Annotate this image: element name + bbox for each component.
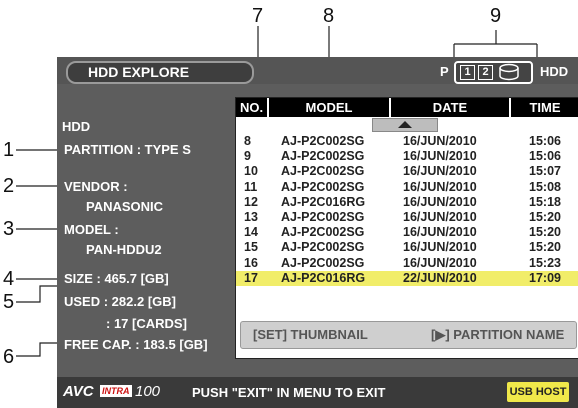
cell-date: 16/JUN/2010	[403, 210, 477, 224]
slot-2-icon: 2	[478, 65, 493, 80]
cell-no: 9	[244, 149, 251, 164]
cell-time: 15:20	[529, 210, 561, 224]
model-label: MODEL :	[64, 222, 119, 237]
hdd-heading: HDD	[62, 119, 91, 134]
table-row-selected[interactable]: 17 AJ-P2C016RG 22/JUN/2010 17:09	[236, 270, 578, 286]
cell-date: 16/JUN/2010	[403, 134, 477, 148]
table-row[interactable]: 9 AJ-P2C002SG 16/JUN/2010 15:06	[236, 149, 578, 164]
cell-model: AJ-P2C002SG	[281, 210, 365, 224]
cell-model: AJ-P2C002SG	[281, 149, 365, 164]
table-row[interactable]: 14 AJ-P2C002SG 16/JUN/2010 15:20	[236, 225, 578, 240]
slot-1-icon: 1	[460, 65, 475, 80]
col-header-model: MODEL	[269, 98, 389, 117]
exit-message: PUSH "EXIT" IN MENU TO EXIT	[192, 385, 386, 400]
cell-time: 15:20	[529, 225, 561, 240]
cell-date: 16/JUN/2010	[403, 255, 477, 270]
screen-title: HDD EXPLORE	[66, 61, 254, 84]
col-header-no: NO.	[236, 98, 267, 117]
cell-model: AJ-P2C016RG	[281, 194, 366, 209]
cell-model: AJ-P2C002SG	[281, 134, 365, 148]
model-value: PAN-HDDU2	[86, 242, 162, 257]
cards-info: : 17 [CARDS]	[106, 316, 187, 331]
cell-no: 11	[244, 179, 258, 194]
cell-time: 15:08	[529, 179, 561, 194]
table-row[interactable]: 11 AJ-P2C002SG 16/JUN/2010 15:08	[236, 180, 578, 195]
cell-date: 16/JUN/2010	[403, 164, 477, 179]
cell-no: 16	[244, 255, 258, 270]
thumbnail-button[interactable]: [SET] THUMBNAIL	[253, 327, 368, 342]
cell-model: AJ-P2C002SG	[281, 255, 365, 270]
logo-number: 100	[135, 383, 161, 400]
cell-no: 17	[244, 270, 258, 285]
hdd-label: HDD	[540, 64, 569, 79]
cell-model: AJ-P2C002SG	[281, 225, 365, 240]
table-row[interactable]: 16 AJ-P2C002SG 16/JUN/2010 15:23	[236, 256, 578, 271]
slot-prefix: P	[440, 64, 449, 79]
cell-time: 15:23	[529, 255, 561, 270]
cell-model: AJ-P2C016RG	[281, 270, 366, 285]
footer-bar: AVC INTRA 100 PUSH "EXIT" IN MENU TO EXI…	[57, 377, 578, 408]
table-row[interactable]: 13 AJ-P2C002SG 16/JUN/2010 15:20	[236, 210, 578, 225]
table-row[interactable]: 12 AJ-P2C016RG 16/JUN/2010 15:18	[236, 195, 578, 210]
logo-intra: INTRA	[100, 385, 132, 397]
cell-model: AJ-P2C002SG	[281, 240, 365, 255]
cell-model: AJ-P2C002SG	[281, 164, 365, 179]
cell-date: 16/JUN/2010	[403, 194, 477, 209]
partition-name-button[interactable]: [▶] PARTITION NAME	[431, 327, 564, 343]
col-header-date: DATE	[391, 98, 509, 117]
free-capacity-info: FREE CAP. : 183.5 [GB]	[64, 337, 208, 352]
cell-no: 14	[244, 225, 258, 240]
hdd-drive-icon	[499, 63, 519, 81]
device-screen: HDD EXPLORE P 1 2 HDD HDD PARTITION : TY…	[57, 57, 578, 408]
size-info: SIZE : 465.7 [GB]	[64, 271, 169, 286]
scroll-up-button[interactable]	[372, 118, 438, 132]
cell-no: 15	[244, 240, 258, 255]
clip-table: NO. MODEL DATE TIME 8 AJ-P2C002SG 16/JUN/2…	[235, 97, 578, 359]
cell-time: 15:07	[529, 164, 561, 179]
cell-date: 16/JUN/2010	[403, 225, 477, 240]
table-row[interactable]: 8 AJ-P2C002SG 16/JUN/2010 15:06	[236, 134, 578, 149]
table-row[interactable]: 15 AJ-P2C002SG 16/JUN/2010 15:20	[236, 240, 578, 255]
table-button-bar: [SET] THUMBNAIL [▶] PARTITION NAME	[240, 321, 577, 349]
cell-no: 12	[244, 194, 258, 209]
cell-no: 10	[244, 164, 258, 179]
cell-time: 15:20	[529, 240, 561, 255]
vendor-label: VENDOR :	[64, 179, 128, 194]
cell-date: 22/JUN/2010	[403, 270, 477, 285]
logo-avc: AVC	[63, 383, 94, 400]
cell-no: 13	[244, 210, 258, 224]
cell-date: 16/JUN/2010	[403, 149, 477, 164]
cell-date: 16/JUN/2010	[403, 179, 477, 194]
slot-indicator-group: 1 2	[454, 61, 533, 84]
cell-time: 17:09	[529, 270, 561, 285]
usb-host-button[interactable]: USB HOST	[507, 382, 569, 402]
cell-time: 15:18	[529, 194, 561, 209]
cell-no: 8	[244, 134, 251, 148]
col-header-time: TIME	[511, 98, 578, 117]
cell-date: 16/JUN/2010	[403, 240, 477, 255]
partition-info: PARTITION : TYPE S	[64, 142, 191, 157]
table-row[interactable]: 10 AJ-P2C002SG 16/JUN/2010 15:07	[236, 164, 578, 179]
cell-time: 15:06	[529, 149, 561, 164]
scroll-up-icon	[398, 121, 412, 128]
vendor-value: PANASONIC	[86, 199, 164, 214]
cell-time: 15:06	[529, 134, 561, 148]
used-info: USED : 282.2 [GB]	[64, 294, 176, 309]
cell-model: AJ-P2C002SG	[281, 179, 365, 194]
